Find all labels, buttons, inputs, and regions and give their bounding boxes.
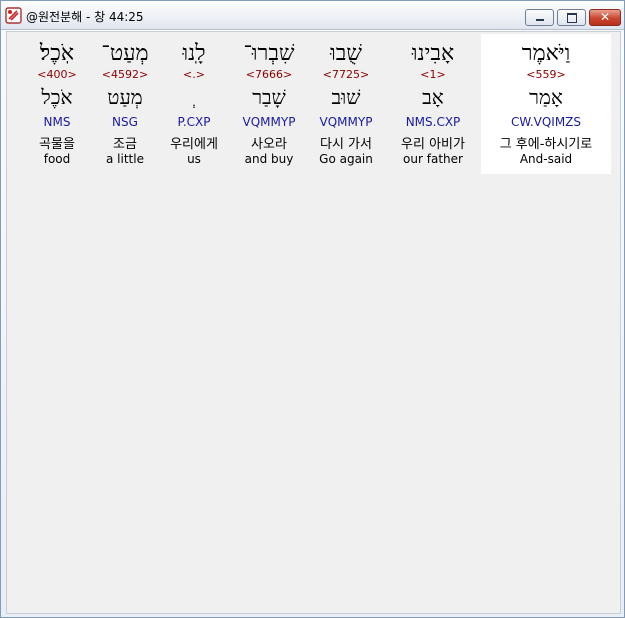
strong-number[interactable]: <559> [481,68,611,81]
maximize-button[interactable] [557,9,586,26]
korean-gloss: 사오라 [251,137,287,152]
morph-code: NSG [112,115,138,129]
english-gloss: us [187,152,201,166]
hebrew-lemma: שׁוּב [331,85,361,109]
morph-code: P.CXP [177,115,211,129]
strong-number[interactable]: <7666> [231,68,307,81]
app-icon[interactable] [5,7,22,24]
hebrew-word: אָבִינוּ [411,41,455,66]
hebrew-word: לָֽנוּ [182,41,206,66]
hebrew-word: שִׁבְרוּ־ [243,41,295,66]
interlinear-panel: אֹֽכֶל׃ <400> אֹכֶל NMS 곡물을 food מְעַט־ … [6,31,621,614]
hebrew-lemma: אָב [422,85,444,109]
hebrew-lemma: מְעַט [107,85,143,109]
word-column[interactable]: שֻׁבוּ <7725> שׁוּב VQMMYP 다시 가서 Go agai… [307,34,385,174]
korean-gloss: 우리 아비가 [401,137,465,152]
window-title: @원전분해 - 창 44:25 [26,10,144,24]
morph-code: CW.VQIMZS [510,115,582,129]
hebrew-lemma: ְ [157,85,231,111]
close-icon: ✕ [599,10,611,24]
strong-number[interactable]: <1> [385,68,481,81]
minimize-button[interactable] [525,9,554,26]
hebrew-word: מְעַט־ [101,41,149,66]
hebrew-lemma: אָמַר [529,85,563,109]
word-column[interactable]: שִׁבְרוּ־ <7666> שָׁבַר VQMMYP 사오라 and b… [231,34,307,174]
korean-gloss: 그 후에-하시기로 [499,137,593,152]
title-bar[interactable]: @원전분해 - 창 44:25 ✕ [1,1,624,30]
morph-code: VQMMYP [242,115,296,129]
hebrew-word: שֻׁבוּ [330,41,362,66]
korean-gloss: 다시 가서 [320,137,372,152]
korean-gloss: 우리에게 [170,137,218,152]
english-gloss: and buy [244,152,294,166]
english-gloss: And-said [519,152,573,166]
strong-number[interactable]: <4592> [85,68,165,81]
morph-code: VQMMYP [319,115,373,129]
close-button[interactable]: ✕ [589,9,621,26]
hebrew-word: וַיֹּאמֶר [521,41,571,66]
english-gloss: Go again [319,152,373,166]
morph-code: NMS.CXP [405,115,461,129]
strong-number[interactable]: <7725> [307,68,385,81]
word-column-selected[interactable]: וַיֹּאמֶר <559> אָמַר CW.VQIMZS 그 후에-하시기… [481,34,611,174]
strong-number[interactable]: <.> [157,68,231,81]
korean-gloss: 조금 [113,137,137,152]
app-window: @원전분해 - 창 44:25 ✕ אֹֽכֶל׃ <400> אֹכֶל NM… [0,0,625,618]
hebrew-lemma: שָׁבַר [252,85,286,109]
word-column[interactable]: מְעַט־ <4592> מְעַט NSG 조금 a little [85,34,165,174]
english-gloss: a little [106,152,144,166]
english-gloss: our father [403,152,463,166]
word-column[interactable]: לָֽנוּ <.> ְ P.CXP 우리에게 us [157,34,231,174]
word-column[interactable]: אָבִינוּ <1> אָב NMS.CXP 우리 아비가 our fath… [385,34,481,174]
